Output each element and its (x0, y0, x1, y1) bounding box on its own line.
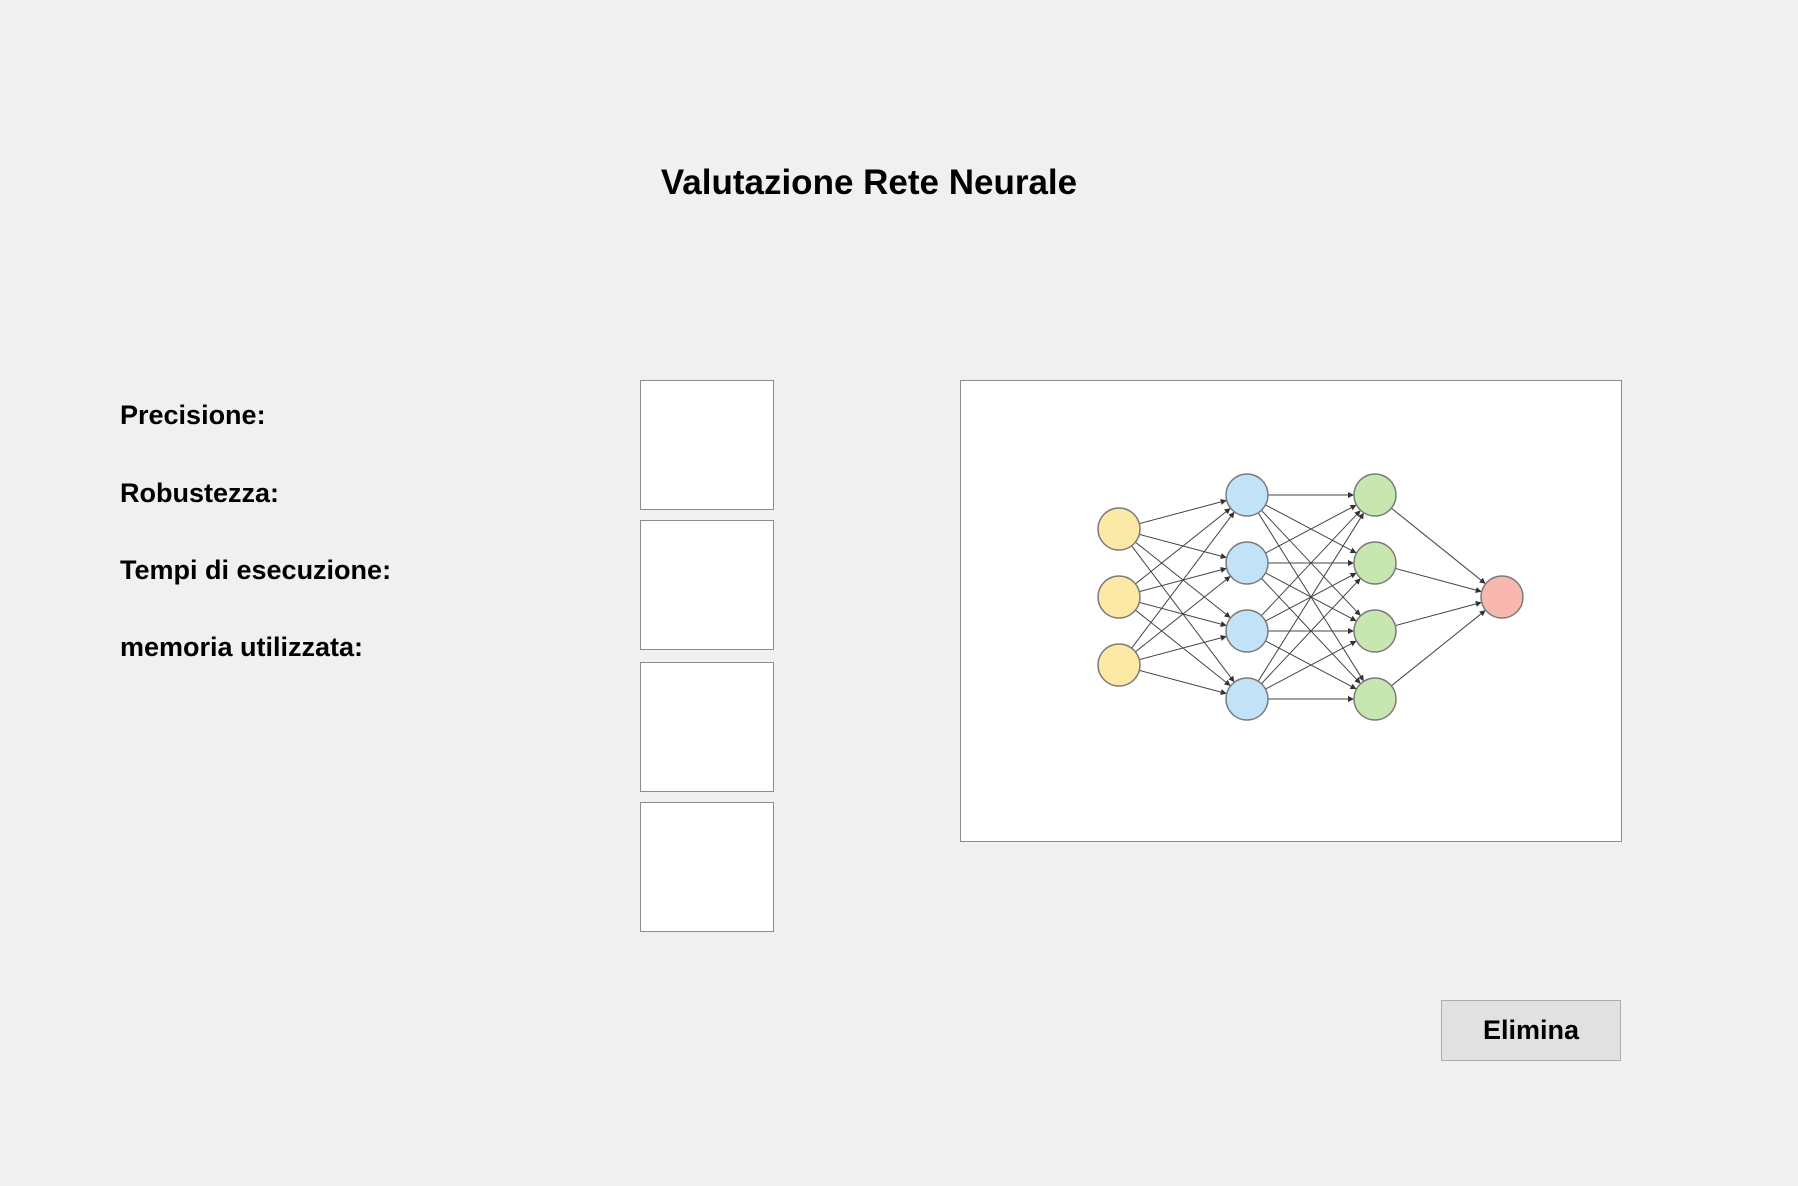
delete-button[interactable]: Elimina (1441, 1000, 1621, 1061)
page-title: Valutazione Rete Neurale (660, 163, 1078, 202)
memory-value-box (640, 802, 774, 932)
output-node-1 (1480, 575, 1524, 619)
hidden-2-node-3 (1353, 609, 1397, 653)
precision-label: Precisione: (120, 400, 266, 430)
edge-hidden-2-2-to-output-0 (1395, 601, 1482, 627)
edge-hidden-2-1-to-output-0 (1395, 567, 1482, 593)
edge-input-2-to-hidden-1-1 (1135, 575, 1231, 653)
hidden-1-node-3 (1225, 609, 1269, 653)
edge-input-2-to-hidden-1-0 (1131, 511, 1235, 649)
robustness-value-box (640, 520, 774, 650)
edge-input-1-to-hidden-1-0 (1135, 507, 1231, 585)
robustness-label: Robustezza: (120, 478, 280, 508)
execution-time-label: Tempi di esecuzione: (120, 555, 392, 585)
precision-value-box (640, 380, 774, 510)
hidden-1-node-1 (1225, 473, 1269, 517)
hidden-1-node-4 (1225, 677, 1269, 721)
edge-hidden-2-0-to-output-0 (1391, 507, 1486, 585)
edge-input-2-to-hidden-1-3 (1139, 669, 1227, 695)
hidden-2-node-4 (1353, 677, 1397, 721)
edge-input-0-to-hidden-1-0 (1139, 499, 1227, 525)
input-node-1 (1097, 507, 1141, 551)
edge-hidden-2-3-to-output-0 (1391, 609, 1486, 687)
network-edges (1131, 492, 1486, 702)
input-node-2 (1097, 575, 1141, 619)
input-node-3 (1097, 643, 1141, 687)
hidden-2-node-1 (1353, 473, 1397, 517)
execution-time-value-box (640, 662, 774, 792)
memory-label: memoria utilizzata: (120, 632, 364, 662)
neural-network-diagram (1097, 473, 1524, 721)
hidden-1-node-2 (1225, 541, 1269, 585)
network-diagram-panel (960, 380, 1622, 842)
edge-input-2-to-hidden-1-2 (1139, 635, 1227, 661)
hidden-2-node-2 (1353, 541, 1397, 585)
